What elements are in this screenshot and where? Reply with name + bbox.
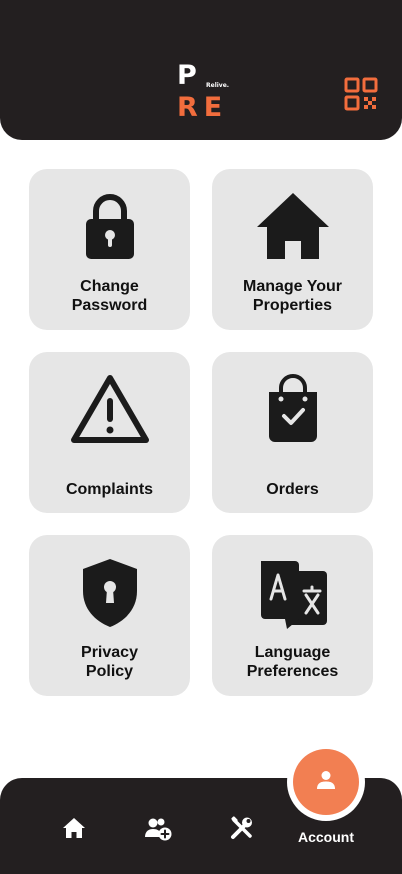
logo-letters-re: RE: [177, 92, 229, 123]
orders-card[interactable]: Orders: [212, 352, 373, 513]
shield-keyhole-icon: [79, 557, 141, 634]
change-password-label: Change Password: [71, 278, 148, 314]
add-users-icon[interactable]: [145, 817, 173, 846]
complaints-card[interactable]: Complaints: [29, 352, 190, 513]
account-button-inner: [293, 749, 359, 815]
tools-icon[interactable]: [230, 816, 254, 845]
language-preferences-card[interactable]: Language Preferences: [212, 535, 373, 696]
home-icon[interactable]: [62, 817, 86, 844]
orders-label: Orders: [266, 481, 319, 498]
account-nav-label[interactable]: Account: [286, 829, 366, 845]
translate-icon: [257, 557, 329, 634]
qr-code-icon[interactable]: [344, 77, 378, 111]
language-preferences-label: Language Preferences: [246, 644, 339, 680]
complaints-label: Complaints: [65, 481, 154, 498]
manage-properties-card[interactable]: Manage Your Properties: [212, 169, 373, 330]
shopping-bag-check-icon: [263, 374, 323, 449]
warning-icon: [70, 374, 150, 449]
privacy-policy-label: Privacy Policy: [81, 644, 138, 680]
account-button[interactable]: [287, 743, 365, 821]
app-header: P Relive. RE: [0, 0, 402, 140]
manage-properties-label: Manage Your Properties: [243, 278, 342, 314]
house-icon: [255, 191, 331, 266]
lock-icon: [82, 191, 138, 266]
change-password-card[interactable]: Change Password: [29, 169, 190, 330]
logo-tagline: Relive.: [206, 82, 230, 89]
privacy-policy-card[interactable]: Privacy Policy: [29, 535, 190, 696]
user-icon: [316, 770, 336, 795]
app-logo: P Relive. RE: [175, 62, 235, 124]
logo-letter-p: P: [177, 60, 197, 91]
